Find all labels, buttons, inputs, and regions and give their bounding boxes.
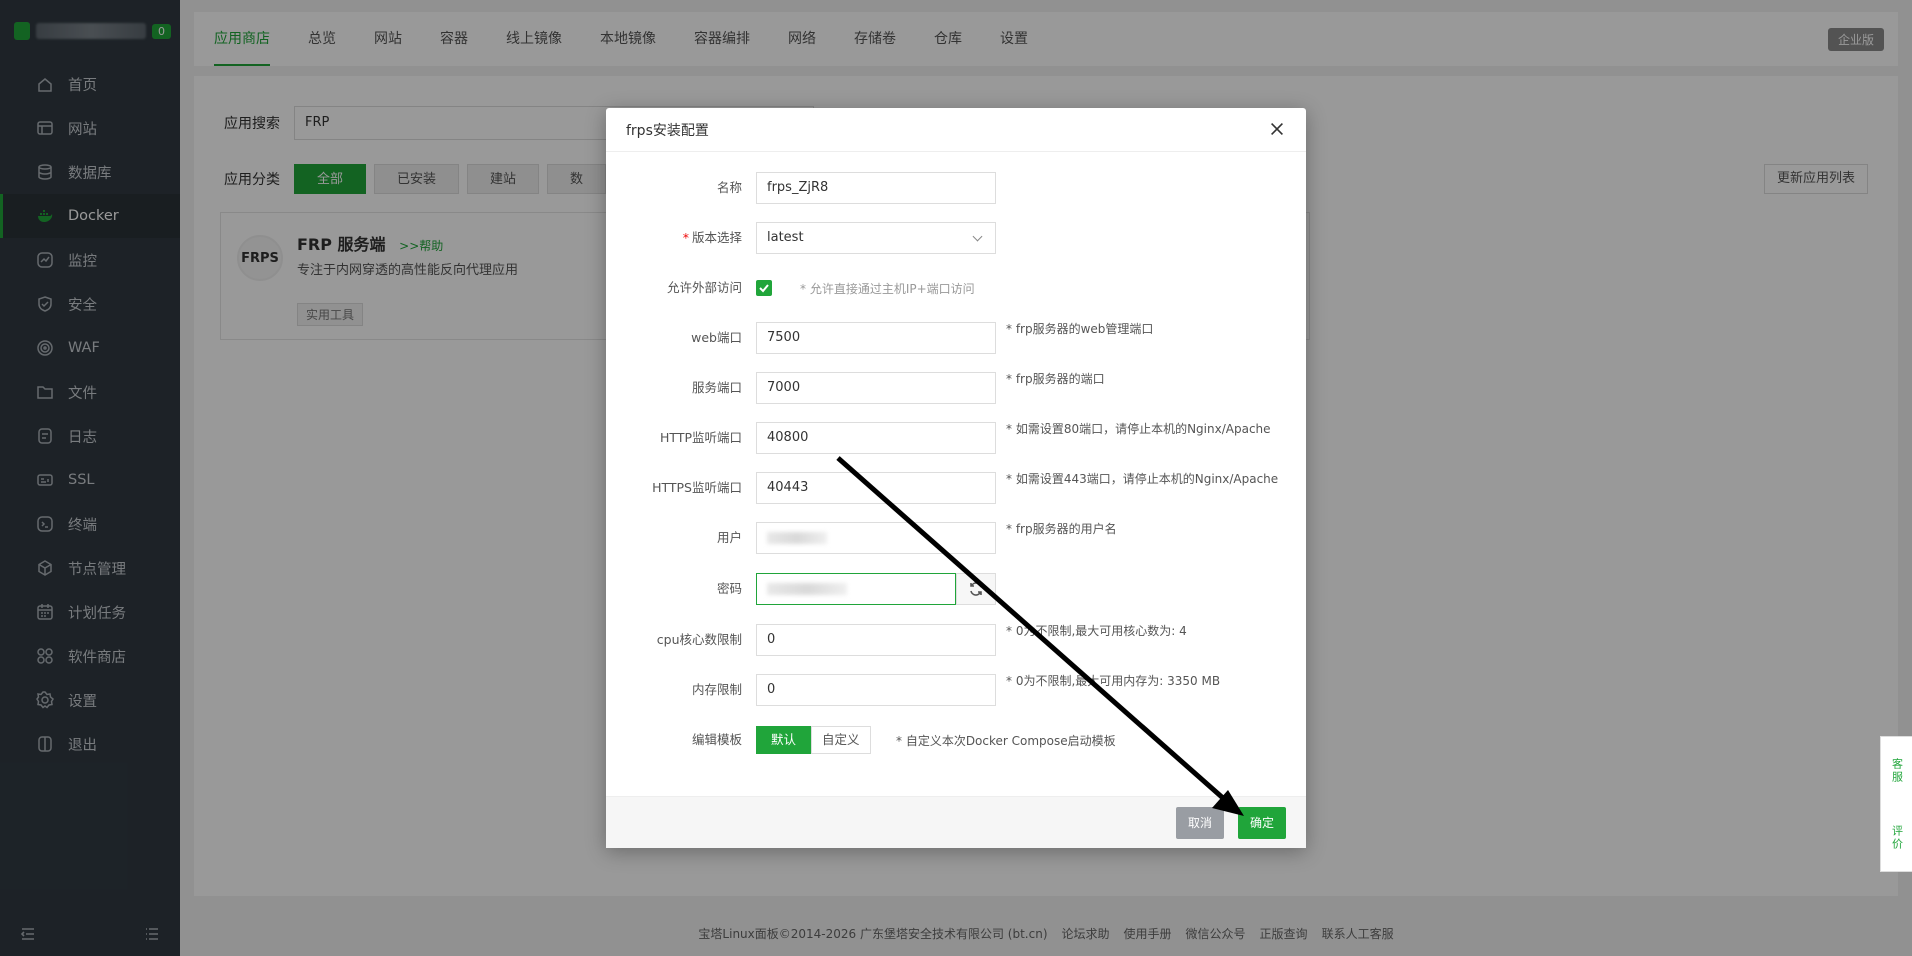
external-access-hint: * 允许直接通过主机IP+端口访问 (800, 282, 975, 296)
template-label: 编辑模板 (691, 732, 742, 747)
float-item-1[interactable]: 评价 (1889, 825, 1905, 851)
template-toggle: 默认 自定义 (756, 726, 871, 754)
version-label: * 版本选择 (683, 222, 742, 254)
refresh-icon (970, 582, 982, 596)
service-port-hint: * frp服务器的端口 (1006, 372, 1105, 386)
required-mark: * (682, 230, 689, 245)
cpu-limit-input[interactable]: 0 (756, 624, 996, 656)
user-value-blurred (767, 531, 827, 544)
memory-limit-input[interactable]: 0 (756, 674, 996, 706)
https-port-hint: * 如需设置443端口，请停止本机的Nginx/Apache (1006, 472, 1279, 486)
http-port-input[interactable]: 40800 (756, 422, 996, 454)
memory-hint: * 0为不限制,最大可用内存为: 3350 MB (1006, 674, 1221, 688)
form-row-version: * 版本选择 latest (606, 222, 1306, 254)
frps-install-dialog: frps安装配置 名称 frps_ZjR8 * 版本选择 latest 允许外部访… (606, 108, 1306, 848)
template-hint: * 自定义本次Docker Compose启动模板 (896, 734, 1116, 748)
confirm-button[interactable]: 确定 (1237, 807, 1286, 839)
external-access-checkbox[interactable] (756, 280, 772, 296)
form-row-name: 名称 frps_ZjR8 (606, 172, 1306, 204)
user-input[interactable] (756, 522, 996, 554)
form-row-http-port: HTTP监听端口 40800 * 如需设置80端口，请停止本机的Nginx/Ap… (606, 422, 1306, 454)
https-port-label: HTTPS监听端口 (652, 480, 742, 495)
check-icon (759, 284, 769, 293)
version-select[interactable]: latest (756, 222, 996, 254)
form-row-user: 用户 * frp服务器的用户名 (606, 522, 1306, 554)
web-port-label: web端口 (691, 330, 742, 345)
service-port-label: 服务端口 (691, 380, 742, 395)
dialog-title: frps安装配置 (626, 122, 709, 139)
form-row-service-port: 服务端口 7000 * frp服务器的端口 (606, 372, 1306, 404)
password-label: 密码 (716, 581, 742, 596)
dialog-header: frps安装配置 (606, 108, 1306, 152)
form-row-external: 允许外部访问 * 允许直接通过主机IP+端口访问 (606, 272, 1306, 304)
http-port-hint: * 如需设置80端口，请停止本机的Nginx/Apache (1006, 422, 1271, 436)
user-hint: * frp服务器的用户名 (1006, 522, 1117, 536)
http-port-label: HTTP监听端口 (660, 430, 742, 445)
form-row-memory: 内存限制 0 * 0为不限制,最大可用内存为: 3350 MB (606, 674, 1306, 706)
form-row-cpu: cpu核心数限制 0 * 0为不限制,最大可用核心数为: 4 (606, 624, 1306, 656)
float-item-0[interactable]: 客服 (1889, 758, 1905, 784)
service-port-input[interactable]: 7000 (756, 372, 996, 404)
cpu-hint: * 0为不限制,最大可用核心数为: 4 (1006, 624, 1187, 638)
dialog-footer: 取消 确定 (606, 796, 1306, 848)
refresh-password-button[interactable] (956, 573, 996, 605)
web-port-input[interactable]: 7500 (756, 322, 996, 354)
memory-label: 内存限制 (691, 682, 742, 697)
template-default-button[interactable]: 默认 (756, 726, 812, 754)
name-label: 名称 (716, 180, 742, 195)
user-label: 用户 (716, 530, 742, 545)
cpu-label: cpu核心数限制 (656, 632, 742, 647)
form-row-template: 编辑模板 默认 自定义 * 自定义本次Docker Compose启动模板 (606, 724, 1306, 756)
close-icon[interactable] (1268, 120, 1288, 140)
version-label-text: 版本选择 (691, 230, 742, 245)
template-custom-button[interactable]: 自定义 (811, 726, 871, 754)
name-input[interactable]: frps_ZjR8 (756, 172, 996, 204)
web-port-hint: * frp服务器的web管理端口 (1006, 322, 1154, 336)
password-value-blurred (767, 582, 847, 595)
form-row-web-port: web端口 7500 * frp服务器的web管理端口 (606, 322, 1306, 354)
external-access-label: 允许外部访问 (666, 280, 742, 295)
form-row-password: 密码 (606, 573, 1306, 605)
float-service-panel: 客服 评价 (1880, 736, 1912, 872)
form-row-https-port: HTTPS监听端口 40443 * 如需设置443端口，请停止本机的Nginx/… (606, 472, 1306, 504)
password-input[interactable] (756, 573, 956, 605)
https-port-input[interactable]: 40443 (756, 472, 996, 504)
cancel-button[interactable]: 取消 (1175, 807, 1224, 839)
